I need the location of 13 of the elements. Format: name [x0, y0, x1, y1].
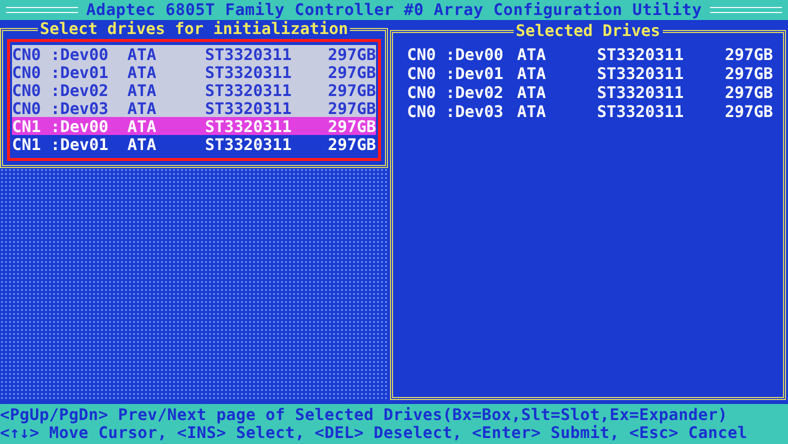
utility-title: Adaptec 6805T Family Controller #0 Array Configuration Utility: [86, 0, 702, 20]
drive-row-text: CN0 :Dev01 ATA ST3320311 297GB: [406, 64, 773, 83]
drive-row[interactable]: CN0 :Dev03 ATA ST3320311 297GB: [12, 99, 376, 117]
help-text: <↑↓> Move Cursor, <INS> Select, <DEL> Deselect, <Enter> Submit, <Esc> Cancel: [0, 424, 748, 442]
help-text: <PgUp/PgDn> Prev/Next page of Selected Drives(Bx=Box,Slt=Slot,Ex=Expander): [0, 406, 729, 424]
drive-row-text: CN0 :Dev00 ATA ST3320311 297GB: [406, 45, 773, 64]
drive-row[interactable]: CN0 :Dev02 ATA ST3320311 297GB: [12, 81, 376, 99]
drive-row[interactable]: CN1 :Dev00 ATA ST3320311 297GB: [12, 117, 376, 135]
drive-row-text: CN0 :Dev02 ATA ST3320311 297GB: [406, 83, 773, 102]
drive-row[interactable]: CN1 :Dev01 ATA ST3320311 297GB: [12, 135, 376, 153]
drive-row[interactable]: CN0 :Dev01 ATA ST3320311 297GB: [12, 63, 376, 81]
drive-row[interactable]: CN0 :Dev00 ATA ST3320311 297GB: [12, 45, 376, 63]
drive-row-text: CN0 :Dev03 ATA ST3320311 297GB: [406, 102, 773, 121]
